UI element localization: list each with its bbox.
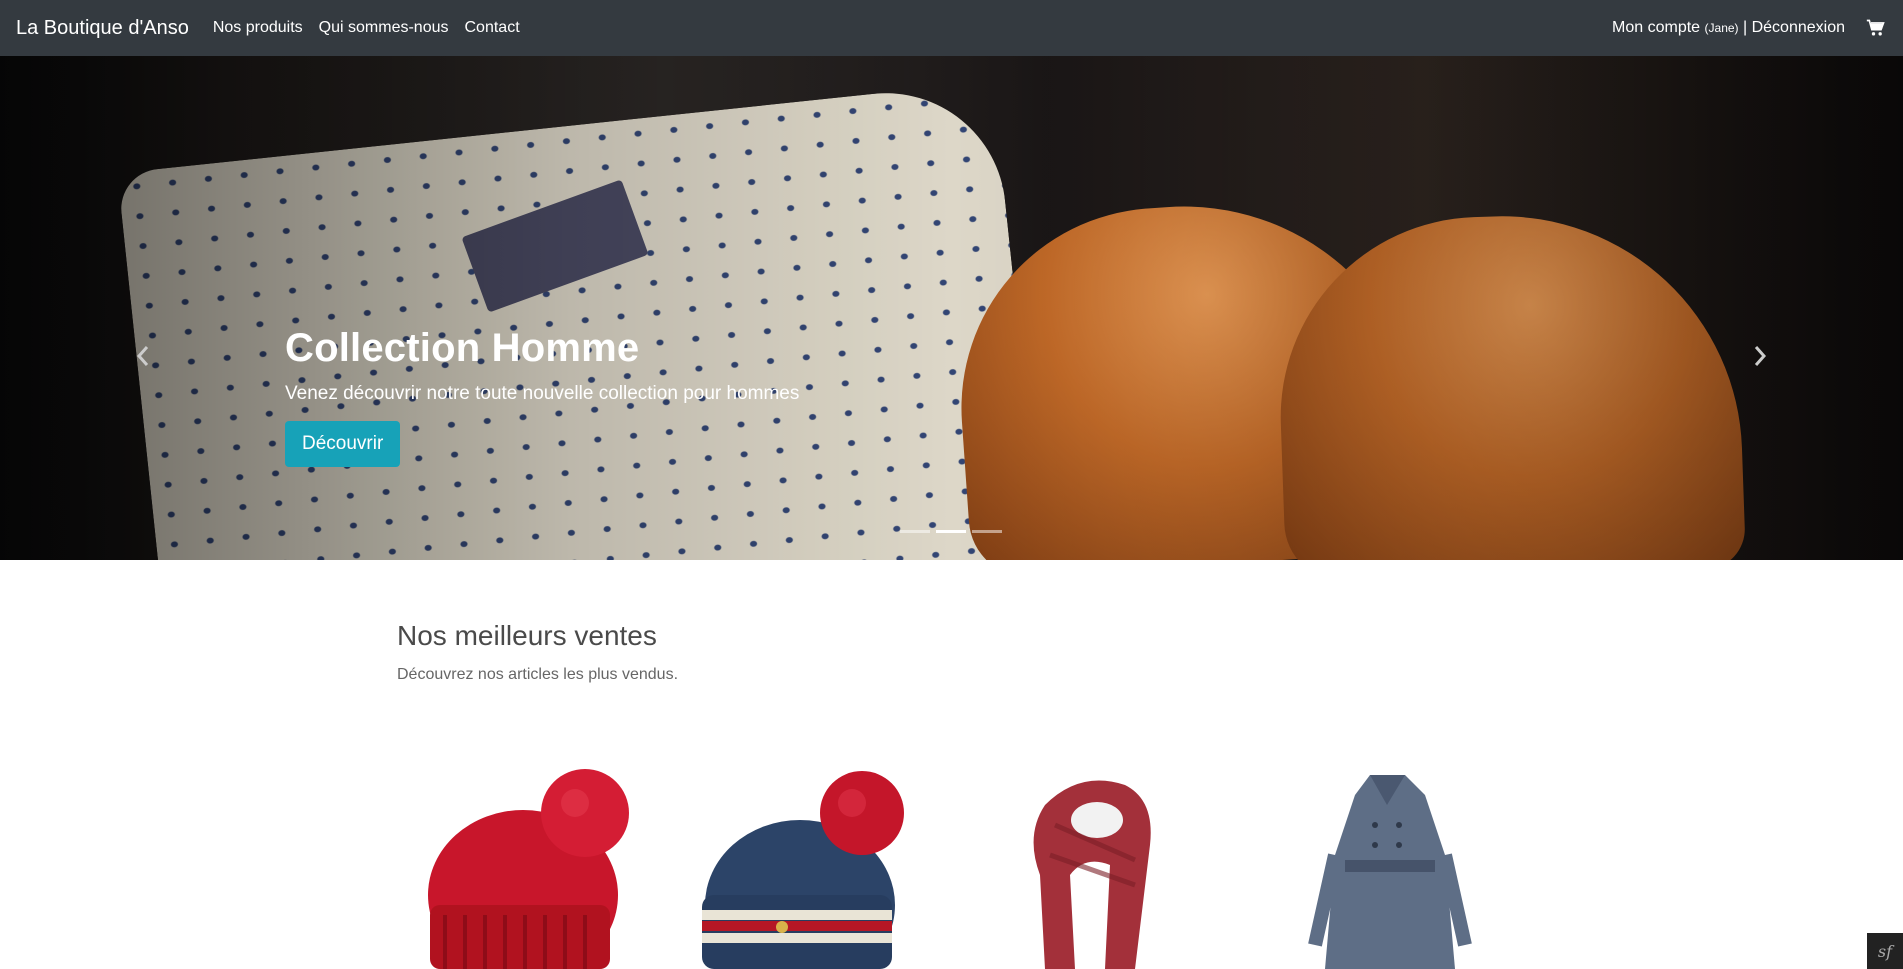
carousel-indicator-1[interactable]	[900, 530, 930, 533]
best-sellers-header: Nos meilleurs ventes Découvrez nos artic…	[397, 620, 678, 684]
product-list	[405, 765, 1505, 969]
product-grey-coat[interactable]	[1275, 765, 1515, 969]
carousel-prev-button[interactable]	[123, 326, 163, 386]
discover-button[interactable]: Découvrir	[285, 421, 401, 467]
user-name: Jane	[1708, 21, 1735, 35]
best-sellers-title: Nos meilleurs ventes	[397, 620, 657, 651]
best-sellers-subtitle: Découvrez nos articles les plus vendus.	[397, 666, 679, 683]
carousel-indicator-2[interactable]	[936, 530, 966, 533]
chevron-right-icon	[1754, 346, 1767, 366]
carousel-caption: Collection Homme Venez découvrir notre t…	[285, 326, 799, 467]
shopping-cart-icon[interactable]	[1865, 17, 1887, 39]
nav-separator: |	[1738, 19, 1752, 36]
nav-link-contact[interactable]: Contact	[465, 19, 520, 37]
nav-link-about[interactable]: Qui sommes-nous	[319, 19, 449, 37]
symfony-icon[interactable]: sf	[1867, 933, 1903, 969]
navbar: La Boutique d'Anso Nos produits Qui somm…	[0, 0, 1903, 56]
brand-link[interactable]: La Boutique d'Anso	[16, 17, 189, 40]
account-link[interactable]: Mon compte	[1612, 19, 1700, 37]
account-area: Mon compte ( Jane ) | Déconnexion	[1612, 17, 1887, 39]
product-red-scarf[interactable]	[985, 765, 1225, 969]
carousel-title: Collection Homme	[285, 326, 640, 370]
hero-carousel: Collection Homme Venez découvrir notre t…	[0, 56, 1903, 560]
logout-link[interactable]: Déconnexion	[1752, 19, 1845, 37]
product-red-beanie[interactable]	[405, 765, 645, 969]
carousel-indicator-3[interactable]	[972, 530, 1002, 533]
carousel-next-button[interactable]	[1740, 326, 1780, 386]
carousel-indicators	[900, 530, 1002, 533]
product-navy-striped-beanie[interactable]	[692, 765, 932, 969]
carousel-overlay	[0, 56, 1903, 560]
chevron-left-icon	[136, 346, 149, 366]
nav-link-products[interactable]: Nos produits	[213, 19, 303, 37]
carousel-subtitle: Venez découvrir notre toute nouvelle col…	[285, 383, 800, 404]
